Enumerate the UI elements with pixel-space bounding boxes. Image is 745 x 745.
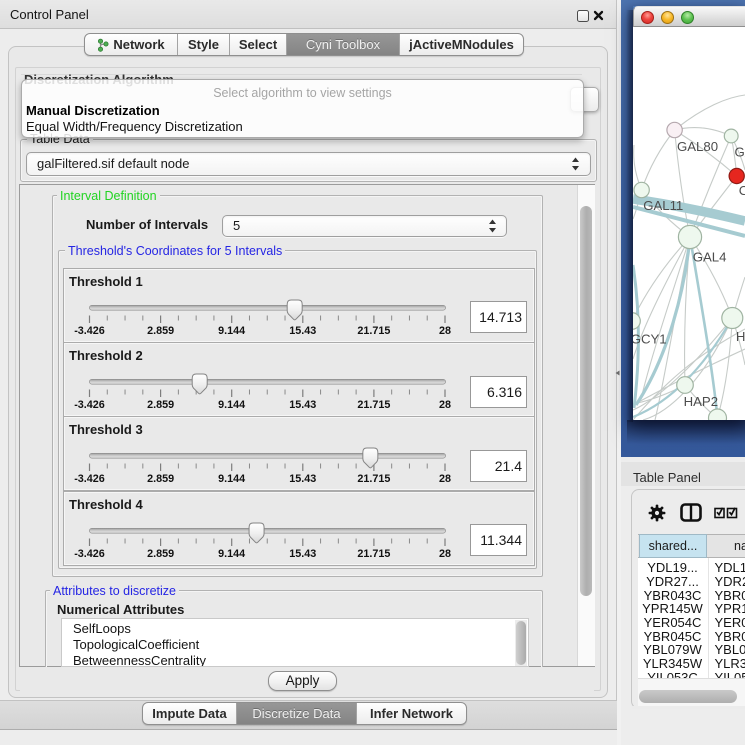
svg-text:CA: CA (739, 183, 745, 198)
svg-text:9.144: 9.144 (218, 473, 245, 485)
svg-text:9.144: 9.144 (218, 325, 245, 337)
svg-text:28: 28 (439, 473, 451, 485)
svg-text:28: 28 (439, 399, 451, 411)
svg-text:9.144: 9.144 (218, 548, 245, 560)
svg-text:GAL80: GAL80 (677, 139, 718, 154)
svg-text:21.715: 21.715 (357, 399, 390, 411)
svg-text:15.43: 15.43 (289, 399, 316, 411)
svg-text:GAL11: GAL11 (643, 198, 683, 213)
svg-text:-3.426: -3.426 (74, 399, 105, 411)
svg-text:21.715: 21.715 (357, 325, 390, 337)
svg-text:15.43: 15.43 (289, 473, 316, 485)
svg-text:GA: GA (735, 145, 745, 160)
svg-text:9.144: 9.144 (218, 399, 245, 411)
svg-text:2.859: 2.859 (147, 325, 174, 337)
svg-text:GAL4: GAL4 (693, 250, 727, 265)
svg-text:-3.426: -3.426 (74, 548, 105, 560)
svg-text:28: 28 (439, 325, 451, 337)
svg-text:-3.426: -3.426 (74, 473, 105, 485)
svg-text:21.715: 21.715 (357, 548, 390, 560)
svg-text:28: 28 (439, 548, 451, 560)
svg-text:HI: HI (736, 329, 745, 344)
svg-text:-3.426: -3.426 (74, 325, 105, 337)
svg-text:GCY1: GCY1 (633, 331, 667, 346)
svg-text:21.715: 21.715 (357, 473, 390, 485)
svg-text:2.859: 2.859 (147, 399, 174, 411)
svg-text:2.859: 2.859 (147, 548, 174, 560)
svg-text:15.43: 15.43 (289, 325, 316, 337)
svg-text:2.859: 2.859 (147, 473, 174, 485)
svg-text:15.43: 15.43 (289, 548, 316, 560)
svg-text:HAP2: HAP2 (684, 394, 718, 409)
